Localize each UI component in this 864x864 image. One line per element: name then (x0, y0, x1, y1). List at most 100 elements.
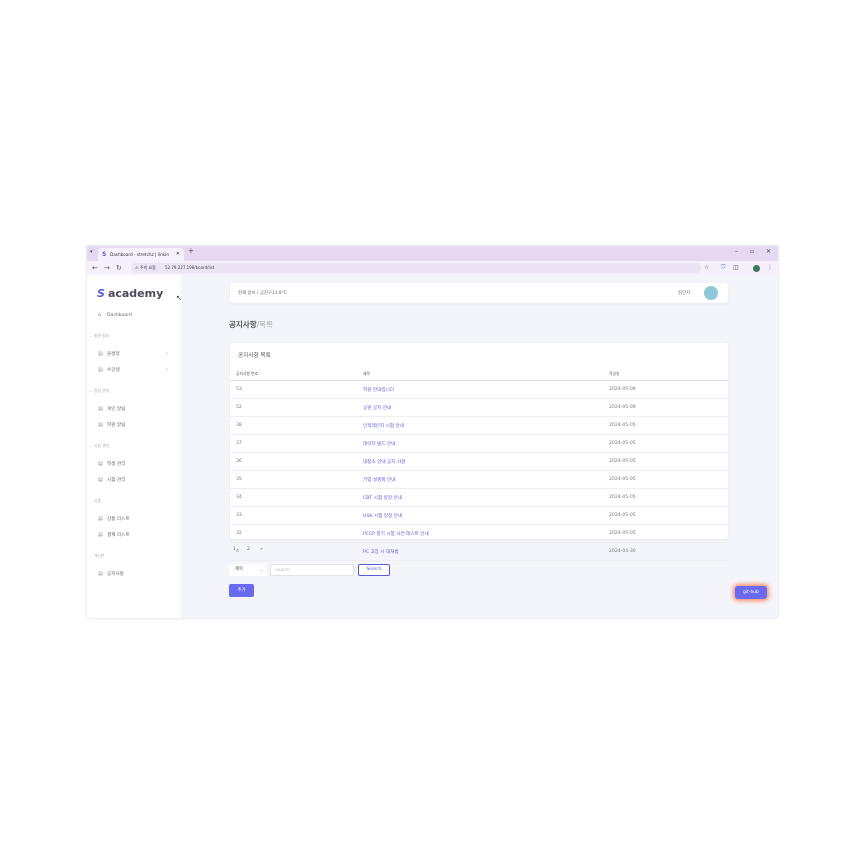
notice-date: 2024-05-05 (608, 524, 728, 543)
chevron-right-icon: › (166, 351, 168, 357)
table-row[interactable]: 52 공원 공지 안내 2024-05-09 (230, 398, 728, 417)
notice-title-link[interactable]: PC 고장 시 대처법 (362, 542, 608, 561)
mouse-cursor-icon: ↖ (176, 294, 182, 302)
notice-date: 2024-05-05 (608, 488, 728, 507)
address-bar: ← → ↻ ⚠ 주의 요함 52.79.227.198/board/list ☆… (87, 261, 778, 275)
table-row[interactable]: 34 CBT 시험 일정 안내 2024-05-05 (230, 488, 728, 507)
sidebar-section: 상품 (89, 498, 101, 504)
browser-window: ▾ S Dashboard - stretchz | linkin ✕ + – … (87, 246, 778, 618)
bookmark-star-icon[interactable]: ☆ (704, 263, 709, 273)
sidebar-item[interactable]: ▤ 상품 리스트 (98, 516, 130, 522)
sidebar-section: 알림 관리 (89, 388, 109, 394)
shield-icon[interactable]: ⛉ (721, 263, 726, 273)
browser-tab[interactable]: S Dashboard - stretchz | linkin ✕ (98, 248, 184, 261)
sidebar-item[interactable]: ▤ 원생정 (98, 351, 120, 357)
notice-table: 공지사항 번호 제목 작성일 53 학원 안내입니다 2024-05-09 52 공원… (230, 367, 728, 561)
sidebar-section: 시험 관리 (89, 443, 109, 449)
table-row[interactable]: 37 데이터 빌드 안내 2024-05-05 (230, 434, 728, 453)
notice-title-link[interactable]: 공원 공지 안내 (362, 398, 608, 417)
logo-icon: S (97, 287, 105, 300)
notice-date: 2024-05-05 (608, 416, 728, 435)
sidebar-item[interactable]: ▤ 학원 알림 (98, 422, 125, 428)
notice-date: 2024-05-09 (608, 398, 728, 417)
url-field[interactable]: ⚠ 주의 요함 52.79.227.198/board/list (131, 263, 701, 273)
weather-location: 현재 날씨 / 금천구13.8°C (238, 291, 287, 296)
add-button[interactable]: 추가 (229, 584, 254, 597)
document-icon: ▤ (98, 406, 103, 412)
minimize-icon[interactable]: – (735, 248, 738, 255)
notice-number: 53 (230, 380, 362, 399)
table-row[interactable]: 35 기업 설명회 안내 2024-05-05 (230, 470, 728, 489)
search-type-select[interactable]: 제목 ⌄ (229, 564, 267, 576)
sidebar-item[interactable]: ▤ 개인 알림 (98, 406, 125, 412)
extensions-icon[interactable]: ◫ (733, 263, 739, 273)
notice-number: 32 (230, 524, 362, 543)
sidebar-item[interactable]: ▤ 결제 리스트 (98, 532, 130, 538)
menu-icon[interactable]: ⋮ (767, 263, 773, 273)
table-row[interactable]: 33 HSK 시험 일정 안내 2024-05-05 (230, 506, 728, 525)
table-row[interactable]: 38 인적레인지 시험 안내 2024-05-05 (230, 416, 728, 435)
notice-number: 33 (230, 506, 362, 525)
table-row[interactable]: 4 PC 고장 시 대처법 2024-04-30 (230, 542, 728, 561)
new-tab-icon[interactable]: + (188, 247, 194, 255)
logo[interactable]: Sacademy (97, 287, 163, 300)
search-input[interactable] (270, 564, 354, 576)
profile-avatar[interactable] (753, 265, 760, 272)
notice-title-link[interactable]: HSK 시험 일정 안내 (362, 506, 608, 525)
notice-title-link[interactable]: CBT 시험 일정 안내 (362, 488, 608, 507)
page-next-link[interactable]: » (260, 547, 263, 552)
notice-number: 52 (230, 398, 362, 417)
window-close-icon[interactable]: ✕ (766, 248, 771, 255)
document-icon: ▤ (98, 367, 103, 373)
sidebar-section: 회원 정보 (89, 333, 109, 339)
user-avatar[interactable] (704, 286, 718, 300)
notice-date: 2024-05-05 (608, 470, 728, 489)
sidebar-item[interactable]: ▤ 학생 관리 (98, 461, 125, 467)
table-row[interactable]: 53 학원 안내입니다 2024-05-09 (230, 380, 728, 399)
notice-date: 2024-05-05 (608, 452, 728, 471)
maximize-icon[interactable]: ▫ (750, 248, 754, 255)
chevron-down-icon: ⌄ (259, 567, 263, 572)
sidebar-item[interactable]: ▤ 시험 관리 (98, 477, 125, 483)
tab-list-icon[interactable]: ▾ (90, 249, 93, 255)
notice-number: 34 (230, 488, 362, 507)
notice-number: 37 (230, 434, 362, 453)
card-title: 공지사항 목록 (238, 353, 271, 359)
notice-title-link[interactable]: 기업 설명회 안내 (362, 470, 608, 489)
notice-number: 38 (230, 416, 362, 435)
page-link-2[interactable]: 2 (247, 547, 250, 552)
page-link-1[interactable]: 1 (233, 547, 236, 552)
github-button[interactable]: git-hub (735, 586, 767, 599)
notice-title-link[interactable]: 학원 안내입니다 (362, 380, 608, 399)
close-tab-icon[interactable]: ✕ (176, 248, 180, 261)
notice-title-link[interactable]: PCCP 정기 시험 사전 테스트 안내 (362, 524, 608, 543)
search-button[interactable]: Search (358, 564, 390, 576)
column-header: 제목 (362, 367, 608, 381)
notice-title-link[interactable]: 인적레인지 시험 안내 (362, 416, 608, 435)
tab-bar: ▾ S Dashboard - stretchz | linkin ✕ + – … (87, 246, 778, 261)
user-name[interactable]: 김민지 (678, 290, 690, 296)
document-icon: ▤ (98, 477, 103, 483)
notice-date: 2024-04-30 (608, 542, 728, 561)
document-icon: ▤ (98, 516, 103, 522)
notice-title-link[interactable]: 데이터 빌드 안내 (362, 434, 608, 453)
warning-icon: ⚠ 주의 요함 (135, 265, 156, 270)
notice-date: 2024-05-05 (608, 434, 728, 453)
chevron-right-icon: › (166, 367, 168, 373)
column-header: 공지사항 번호 (230, 367, 362, 381)
top-navbar: 현재 날씨 / 금천구13.8°C 김민지 (230, 283, 728, 303)
sidebar-item-dashboard[interactable]: ⌂ Dashboard (98, 312, 132, 318)
forward-icon[interactable]: → (104, 263, 110, 273)
url-warning: 주의 요함 (139, 265, 156, 270)
url-text: 52.79.227.198/board/list (165, 265, 215, 270)
notice-card: 공지사항 목록 공지사항 번호 제목 작성일 53 학원 안내입니다 2024-05… (230, 343, 728, 561)
table-row[interactable]: 32 PCCP 정기 시험 사전 테스트 안내 2024-05-05 (230, 524, 728, 543)
notice-date: 2024-05-05 (608, 506, 728, 525)
table-row[interactable]: 36 대청소 안내 공지 사항 2024-05-05 (230, 452, 728, 471)
notice-title-link[interactable]: 대청소 안내 공지 사항 (362, 452, 608, 471)
sidebar-item-notice[interactable]: ▤ 공지사항 (98, 571, 124, 577)
back-icon[interactable]: ← (92, 263, 98, 273)
reload-icon[interactable]: ↻ (116, 263, 122, 273)
sidebar-item[interactable]: ▤ 수강생 (98, 367, 120, 373)
tab-title: Dashboard - stretchz | linkin (110, 252, 170, 257)
